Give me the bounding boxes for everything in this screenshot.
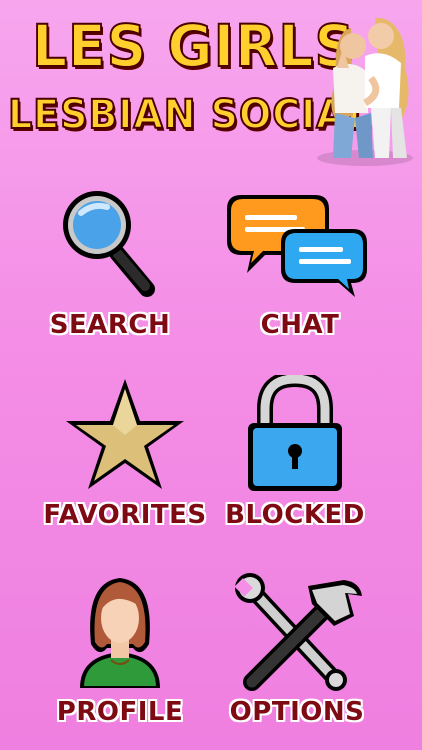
padlock-icon <box>248 375 342 491</box>
menu-blocked-label: BLOCKED <box>225 500 365 530</box>
profile-avatar-icon <box>80 578 160 688</box>
star-icon <box>66 379 184 489</box>
app-title-line1: LES GIRLS <box>31 11 356 81</box>
menu-chat-button[interactable]: CHAT <box>225 185 375 360</box>
menu-profile-button[interactable]: PROFILE <box>45 572 195 747</box>
menu-options-button[interactable]: OPTIONS <box>222 572 372 747</box>
chat-bubbles-icon <box>227 195 367 297</box>
app-header: LES GIRLS LESBIAN SOCIAL <box>0 0 422 170</box>
menu-search-label: SEARCH <box>49 310 171 340</box>
menu-blocked-button[interactable]: BLOCKED <box>220 375 370 550</box>
menu-favorites-label: FAVORITES <box>43 500 207 530</box>
menu-chat-label: CHAT <box>260 310 340 340</box>
wrench-hammer-icon <box>234 573 362 691</box>
menu-profile-label: PROFILE <box>56 697 184 727</box>
menu-favorites-button[interactable]: FAVORITES <box>43 375 206 550</box>
magnifier-icon <box>63 191 155 297</box>
menu-search-button[interactable]: SEARCH <box>35 185 185 360</box>
menu-options-label: OPTIONS <box>229 697 365 727</box>
header-photo <box>317 17 413 166</box>
